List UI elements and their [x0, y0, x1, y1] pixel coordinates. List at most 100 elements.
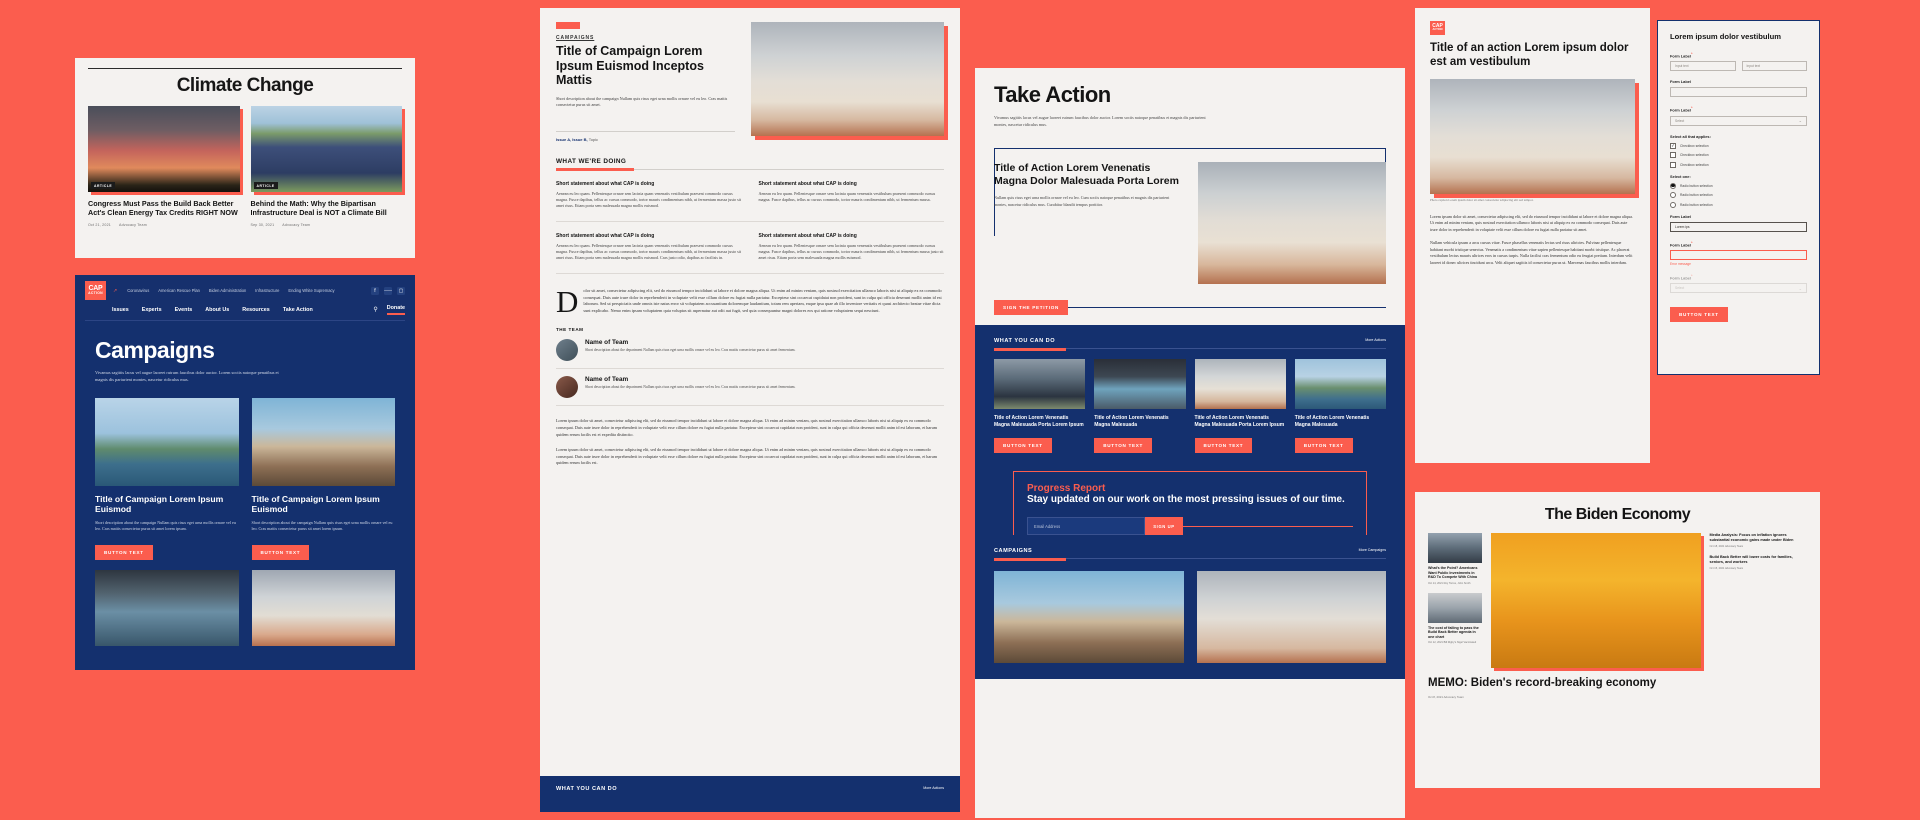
more-campaigns-link[interactable]: More Campaigns [1359, 548, 1386, 552]
radio-icon[interactable] [1670, 182, 1676, 189]
facebook-icon[interactable]: f [371, 286, 379, 295]
field-label-text: Form Label [1670, 53, 1691, 59]
checkbox-icon[interactable] [1670, 161, 1676, 168]
radio-icon[interactable] [1670, 192, 1676, 199]
checkbox-group-label: Select all that applies: [1670, 133, 1711, 139]
cap-action-logo[interactable]: CAP ACTION [1430, 21, 1445, 35]
more-actions-link[interactable]: More Actions [1365, 338, 1386, 342]
action-thumbnail[interactable] [1294, 359, 1386, 410]
article-lede-left: CAMPAIGNS Title of Campaign Lorem Ipsum … [556, 22, 735, 142]
nav-item-events[interactable]: Events [175, 307, 193, 313]
input-field-b[interactable]: Input text [1741, 61, 1807, 72]
feature-headline[interactable]: MEMO: Biden's record-breaking economy [1428, 677, 1807, 690]
sign-the-petition-button[interactable]: SIGN THE PETITION [994, 300, 1069, 316]
campaign-button[interactable]: BUTTON TEXT [251, 544, 310, 560]
feature-image[interactable] [1491, 533, 1701, 669]
campaign-thumbnail[interactable] [994, 571, 1184, 664]
select-field[interactable]: Select ⌄ [1670, 115, 1807, 126]
campaign-button[interactable]: BUTTON TEXT [95, 544, 153, 560]
checkbox-icon[interactable] [1670, 152, 1676, 159]
campaigns-section-header: More Campaigns CAMPAIGNS [994, 548, 1386, 554]
topic-link-infrastructure[interactable]: Infrastructure [255, 288, 279, 293]
donate-button[interactable]: Donate [386, 305, 405, 315]
action-button[interactable]: BUTTON TEXT [994, 437, 1052, 453]
search-icon[interactable]: ⚲ [373, 306, 377, 313]
action-card[interactable]: Title of Action Lorem Venenatis Magna Ma… [994, 359, 1086, 453]
article-title[interactable]: Behind the Math: Why the Bipartisan Infr… [251, 200, 403, 218]
more-actions-link[interactable]: More Actions [923, 786, 944, 790]
input-field[interactable] [1670, 87, 1807, 98]
item-title[interactable]: Media Analysis: Focus on inflation ignor… [1710, 533, 1807, 543]
topic-link-american-rescue-plan[interactable]: American Rescue Plan [158, 288, 200, 293]
sign-up-button[interactable]: SIGN UP [1145, 517, 1183, 536]
campaign-thumbnail[interactable] [251, 397, 395, 486]
twitter-icon[interactable]: ⸺ [384, 286, 392, 295]
campaign-thumbnail[interactable] [251, 569, 395, 646]
email-input[interactable]: Email Address [1027, 517, 1145, 536]
nav-item-about-us[interactable]: About Us [205, 307, 229, 313]
nav-item-issues[interactable]: Issues [112, 307, 129, 313]
campaign-title[interactable]: Title of Campaign Lorem Ipsum Euismod [252, 494, 396, 515]
item-meta: Oct 12, 2021 Bill Rigby's Nigel Vaccinat… [1428, 641, 1482, 644]
filled-input-field[interactable]: Lorem ips [1670, 221, 1807, 232]
action-card[interactable]: Title of Action Lorem Venenatis Magna Ma… [1294, 359, 1386, 453]
cap-action-logo[interactable]: CAP ACTION [85, 281, 106, 300]
radio-option[interactable]: Radio button selection [1670, 182, 1807, 189]
nav-item-take-action[interactable]: Take Action [283, 307, 313, 313]
checkbox-icon[interactable]: ✓ [1670, 142, 1676, 149]
error-input-field[interactable] [1670, 250, 1807, 260]
item-thumbnail[interactable] [1428, 592, 1483, 623]
topic-tag[interactable]: Topic [589, 137, 598, 142]
topic-link-coronavirus[interactable]: Coronavirus [127, 288, 149, 293]
nav-item-resources[interactable]: Resources [242, 307, 270, 313]
signup-form: Email Address SIGN UP [1027, 517, 1353, 536]
checkbox-option[interactable]: Checkbox selection [1670, 152, 1807, 159]
item-title[interactable]: Build Back Better will lower costs for f… [1710, 555, 1807, 565]
article-card[interactable]: ARTICLE Congress Must Pass the Build Bac… [88, 106, 240, 227]
trending-icon: ↗ [113, 287, 118, 294]
radio-option[interactable]: Radio button selection [1670, 192, 1807, 199]
article-title[interactable]: Congress Must Pass the Build Back Better… [88, 200, 240, 218]
campaigns-hero: Campaigns Vivamus sagittis lacus vel aug… [75, 321, 415, 394]
required-marker: * [1690, 51, 1693, 57]
input-field-a[interactable]: Input text [1670, 61, 1736, 72]
radio-icon[interactable] [1670, 201, 1676, 208]
list-item[interactable]: The cost of failing to pass the Build Ba… [1428, 592, 1483, 644]
cta-connector-line [1068, 307, 1386, 309]
action-button[interactable]: BUTTON TEXT [1094, 437, 1153, 453]
team-member-row[interactable]: Name of Team Short description about the… [556, 332, 944, 370]
biden-economy-panel: The Biden Economy What's the Point? Amer… [1415, 492, 1820, 788]
nav-item-experts[interactable]: Experts [142, 307, 162, 313]
topic-link-ending-white-supremacy[interactable]: Ending White Supremacy [288, 288, 334, 293]
checkbox-option[interactable]: Checkbox selection [1670, 161, 1807, 168]
issue-tags[interactable]: Issue A, Issue B, [556, 137, 588, 142]
article-tag: ARTICLE [253, 182, 278, 190]
article-card[interactable]: ARTICLE Behind the Math: Why the Biparti… [250, 106, 403, 227]
instagram-icon[interactable]: ▢ [397, 286, 405, 295]
article-thumbnail[interactable]: ARTICLE [250, 106, 402, 193]
campaign-card[interactable]: Title of Campaign Lorem Ipsum Euismod Sh… [251, 397, 396, 560]
campaign-thumbnail[interactable] [95, 569, 239, 646]
action-thumbnail[interactable] [1194, 359, 1286, 410]
navbar-right: ⚲ Donate [373, 305, 405, 315]
action-card[interactable]: Title of Action Lorem Venenatis Magna Ma… [1094, 359, 1186, 453]
team-member-row[interactable]: Name of Team Short description about the… [556, 369, 944, 407]
topic-link-biden-administration[interactable]: Biden Administration [209, 288, 246, 293]
article-thumbnail[interactable]: ARTICLE [88, 106, 240, 193]
checkbox-option[interactable]: ✓ Checkbox selection [1670, 142, 1807, 149]
campaign-thumbnail[interactable] [95, 397, 239, 486]
radio-option[interactable]: Radio button selection [1670, 201, 1807, 208]
field-label: Form Label* [1670, 240, 1807, 247]
list-item[interactable]: What's the Point? Americans Want Public … [1428, 533, 1483, 585]
item-thumbnail[interactable] [1428, 533, 1483, 564]
campaign-thumbnail[interactable] [1196, 571, 1386, 664]
action-card[interactable]: Title of Action Lorem Venenatis Magna Ma… [1194, 359, 1286, 453]
campaign-card[interactable]: Title of Campaign Lorem Ipsum Euismod Sh… [95, 397, 239, 560]
action-thumbnail[interactable] [1094, 359, 1186, 410]
submit-button[interactable]: BUTTON TEXT [1670, 307, 1728, 323]
section-rule [994, 557, 1386, 561]
action-button[interactable]: BUTTON TEXT [1194, 437, 1253, 453]
action-button[interactable]: BUTTON TEXT [1294, 437, 1353, 453]
campaign-title[interactable]: Title of Campaign Lorem Ipsum Euismod [95, 494, 239, 515]
action-thumbnail[interactable] [994, 359, 1086, 410]
